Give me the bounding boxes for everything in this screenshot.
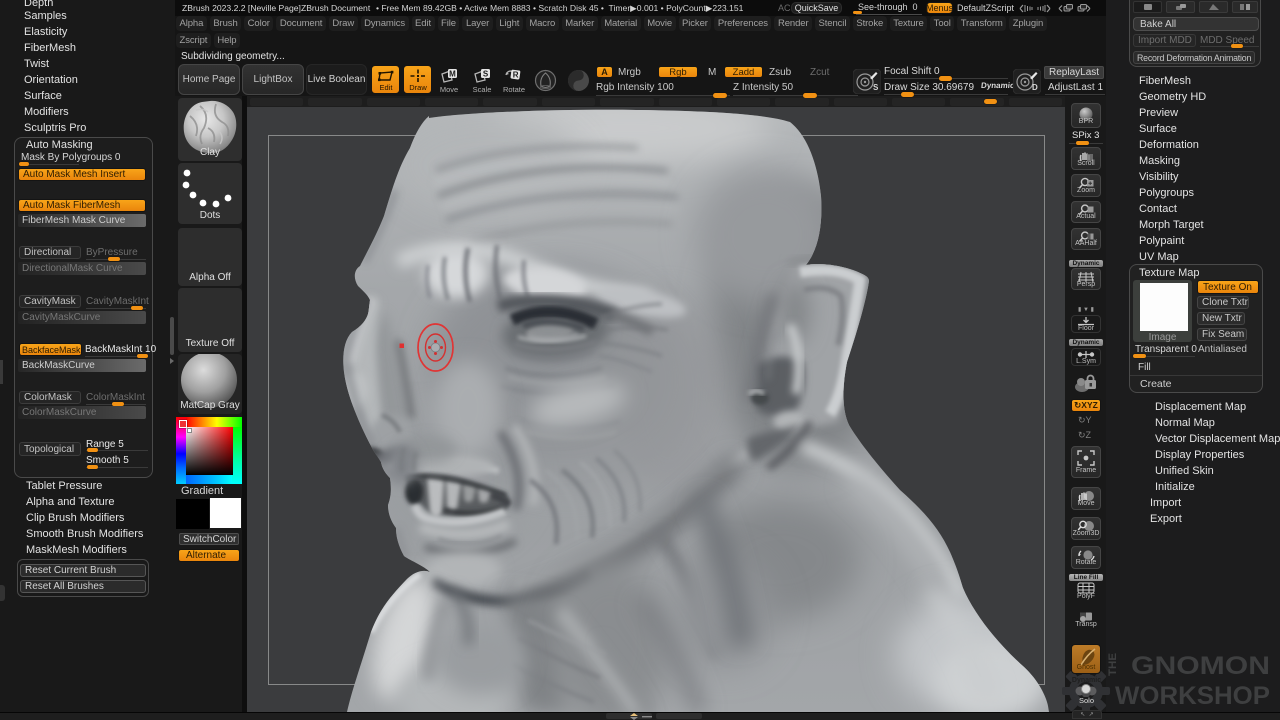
svg-text:R: R [513,70,519,79]
svg-text:S: S [873,83,879,92]
svg-text:Draw: Draw [409,83,427,92]
svg-text:M: M [449,70,456,79]
svg-text:D: D [1032,83,1038,92]
svg-text:S: S [483,70,489,79]
svg-text:THE: THE [1108,653,1119,676]
svg-text:WORKSHOP: WORKSHOP [1115,682,1270,710]
svg-text:Edit: Edit [379,83,393,92]
svg-text:GNOMON: GNOMON [1131,652,1270,680]
